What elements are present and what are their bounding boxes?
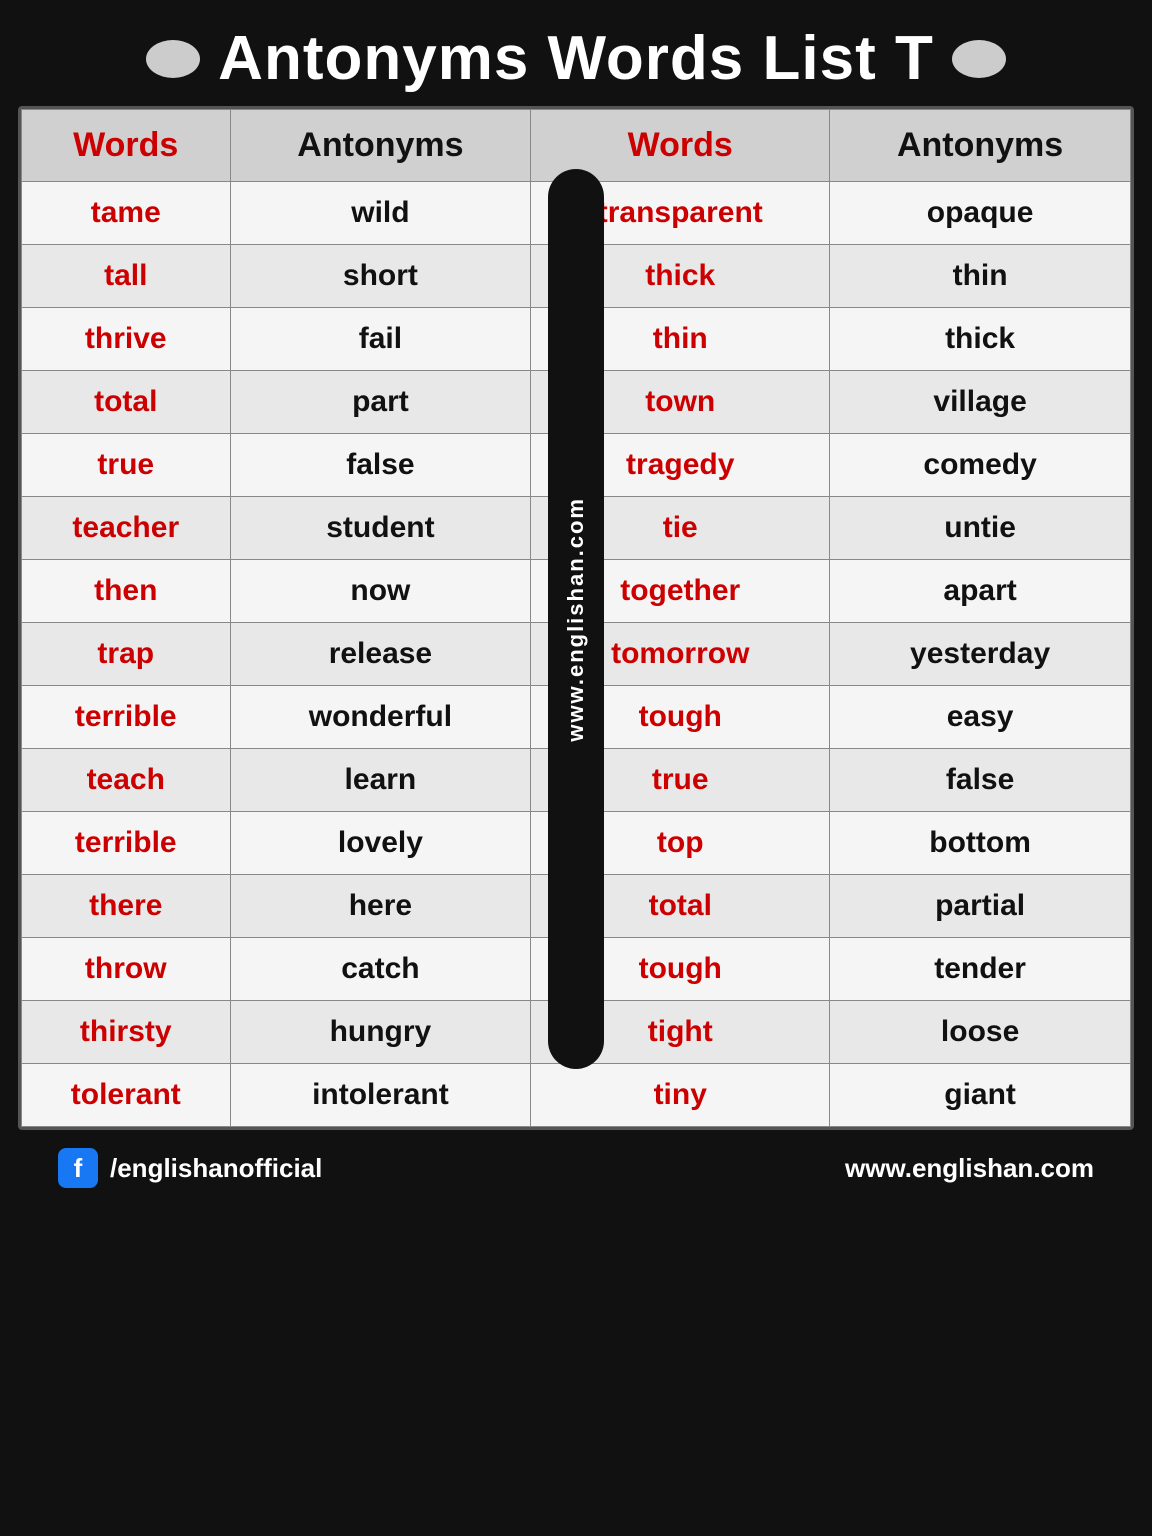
word-cell-right: thin — [531, 308, 830, 371]
antonym-cell-left: part — [230, 371, 531, 434]
footer-left: f /englishanofficial — [58, 1148, 322, 1188]
header-words-2: Words — [531, 110, 830, 182]
antonym-cell-left: wild — [230, 182, 531, 245]
antonym-cell-left: release — [230, 623, 531, 686]
table-row: thirstyhungrytightloose — [22, 1001, 1131, 1064]
word-cell-left: tame — [22, 182, 231, 245]
title-oval-right — [952, 40, 1006, 78]
word-cell-right: true — [531, 749, 830, 812]
facebook-icon: f — [58, 1148, 98, 1188]
word-cell-right: tomorrow — [531, 623, 830, 686]
page-title: Antonyms Words List T — [218, 28, 934, 90]
antonym-cell-right: loose — [830, 1001, 1131, 1064]
antonym-cell-left: hungry — [230, 1001, 531, 1064]
table-row: totalparttownvillage — [22, 371, 1131, 434]
word-cell-right: tough — [531, 938, 830, 1001]
table-row: tallshortthickthin — [22, 245, 1131, 308]
antonym-cell-right: tender — [830, 938, 1131, 1001]
header-antonyms-1: Antonyms — [230, 110, 531, 182]
table-row: teacherstudenttieuntie — [22, 497, 1131, 560]
word-cell-left: true — [22, 434, 231, 497]
word-cell-right: tight — [531, 1001, 830, 1064]
word-cell-right: tiny — [531, 1064, 830, 1127]
table-row: tolerantintoleranttinygiant — [22, 1064, 1131, 1127]
table-row: terriblelovelytopbottom — [22, 812, 1131, 875]
antonym-cell-right: giant — [830, 1064, 1131, 1127]
antonym-cell-right: village — [830, 371, 1131, 434]
table-row: thrivefailthinthick — [22, 308, 1131, 371]
word-cell-right: tough — [531, 686, 830, 749]
title-oval-left — [146, 40, 200, 78]
word-cell-right: thick — [531, 245, 830, 308]
word-cell-left: teach — [22, 749, 231, 812]
footer-website: www.englishan.com — [845, 1153, 1094, 1184]
antonym-cell-right: bottom — [830, 812, 1131, 875]
word-cell-left: trap — [22, 623, 231, 686]
word-cell-left: there — [22, 875, 231, 938]
word-cell-right: transparent — [531, 182, 830, 245]
title-bar: Antonyms Words List T — [18, 18, 1134, 106]
antonym-cell-right: apart — [830, 560, 1131, 623]
table-row: tamewildtransparentopaque — [22, 182, 1131, 245]
antonym-cell-right: yesterday — [830, 623, 1131, 686]
table-row: terriblewonderfultougheasy — [22, 686, 1131, 749]
word-cell-right: total — [531, 875, 830, 938]
word-cell-left: teacher — [22, 497, 231, 560]
antonym-cell-left: student — [230, 497, 531, 560]
antonym-cell-right: untie — [830, 497, 1131, 560]
antonym-cell-left: short — [230, 245, 531, 308]
antonym-cell-right: thin — [830, 245, 1131, 308]
antonym-cell-right: thick — [830, 308, 1131, 371]
antonym-cell-right: false — [830, 749, 1131, 812]
word-cell-left: terrible — [22, 812, 231, 875]
word-cell-right: town — [531, 371, 830, 434]
antonym-cell-right: easy — [830, 686, 1131, 749]
table-body: tamewildtransparentopaquetallshortthickt… — [22, 182, 1131, 1127]
table-row: truefalsetragedycomedy — [22, 434, 1131, 497]
antonym-cell-left: now — [230, 560, 531, 623]
word-cell-left: terrible — [22, 686, 231, 749]
table-header-row: Words Antonyms Words Antonyms — [22, 110, 1131, 182]
table-row: thennowtogetherapart — [22, 560, 1131, 623]
antonym-cell-left: fail — [230, 308, 531, 371]
word-cell-left: then — [22, 560, 231, 623]
antonym-cell-left: lovely — [230, 812, 531, 875]
table-row: teachlearntruefalse — [22, 749, 1131, 812]
word-cell-left: thirsty — [22, 1001, 231, 1064]
word-cell-left: throw — [22, 938, 231, 1001]
antonym-cell-right: comedy — [830, 434, 1131, 497]
antonym-cell-left: catch — [230, 938, 531, 1001]
fb-handle: /englishanofficial — [110, 1153, 322, 1184]
table-row: throwcatchtoughtender — [22, 938, 1131, 1001]
antonym-cell-left: intolerant — [230, 1064, 531, 1127]
word-cell-left: total — [22, 371, 231, 434]
antonym-cell-left: false — [230, 434, 531, 497]
antonym-cell-right: partial — [830, 875, 1131, 938]
antonyms-table: Words Antonyms Words Antonyms tamewildtr… — [21, 109, 1131, 1127]
table-row: thereheretotalpartial — [22, 875, 1131, 938]
word-cell-right: together — [531, 560, 830, 623]
word-cell-right: top — [531, 812, 830, 875]
word-cell-left: thrive — [22, 308, 231, 371]
antonym-cell-left: learn — [230, 749, 531, 812]
word-cell-left: tolerant — [22, 1064, 231, 1127]
word-cell-left: tall — [22, 245, 231, 308]
footer: f /englishanofficial www.englishan.com — [18, 1132, 1134, 1204]
antonym-cell-right: opaque — [830, 182, 1131, 245]
table-row: trapreleasetomorrowyesterday — [22, 623, 1131, 686]
word-cell-right: tragedy — [531, 434, 830, 497]
header-antonyms-2: Antonyms — [830, 110, 1131, 182]
antonym-cell-left: wonderful — [230, 686, 531, 749]
antonym-cell-left: here — [230, 875, 531, 938]
header-words-1: Words — [22, 110, 231, 182]
word-cell-right: tie — [531, 497, 830, 560]
table-container: www.englishan.com Words Antonyms Words A… — [18, 106, 1134, 1130]
